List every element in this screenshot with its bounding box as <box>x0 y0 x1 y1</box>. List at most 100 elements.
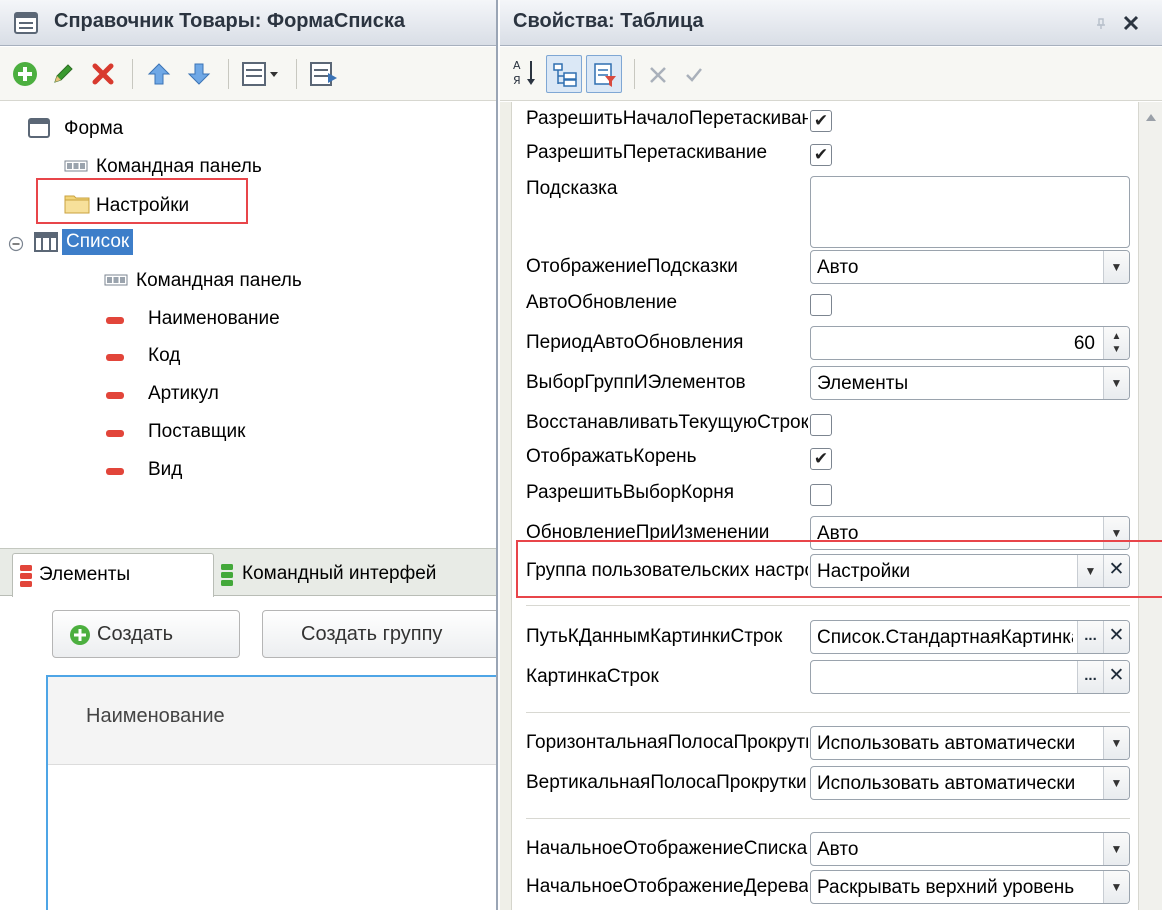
dropdown-arrow-icon[interactable]: ▼ <box>1103 367 1129 399</box>
prop-label-vertical-scrollbar: ВертикальнаяПолосаПрокрутки <box>526 772 807 793</box>
field-tooltip-display[interactable]: Авто ▼ <box>810 250 1130 284</box>
create-button[interactable]: Создать <box>52 610 240 658</box>
field-icon <box>106 468 124 475</box>
left-panel-title-bar: Справочник Товары: ФормаСписка <box>0 0 496 46</box>
dropdown-arrow-icon[interactable]: ▼ <box>1103 767 1129 799</box>
field-icon <box>106 392 124 399</box>
toolbar-separator <box>296 59 297 89</box>
apply-check-icon[interactable] <box>684 65 704 85</box>
edit-pencil-icon[interactable] <box>50 61 76 87</box>
choose-button-icon[interactable]: ... <box>1077 621 1103 653</box>
layout-menu-icon[interactable] <box>242 61 282 87</box>
field-icon <box>106 317 124 324</box>
tree-item-form[interactable]: Форма <box>64 118 123 140</box>
checkbox-allow-drag-start[interactable]: ✔ <box>810 110 832 132</box>
tree-item-field[interactable]: Поставщик <box>148 421 245 443</box>
close-icon[interactable] <box>1122 14 1140 32</box>
checkbox-auto-refresh[interactable] <box>810 294 832 316</box>
tree-item-list-command-bar[interactable]: Командная панель <box>136 270 302 292</box>
clear-field-icon[interactable]: ✕ <box>1103 621 1129 653</box>
tree-item-field[interactable]: Артикул <box>148 383 219 405</box>
tree-item-command-bar[interactable]: Командная панель <box>96 156 262 178</box>
left-toolbar <box>0 47 496 101</box>
sort-alphabetical-icon[interactable]: A Я <box>512 57 538 89</box>
tree-item-list-selected[interactable]: Список <box>62 229 134 255</box>
field-row-picture[interactable]: ... ✕ <box>810 660 1130 694</box>
tree-item-field[interactable]: Вид <box>148 459 182 481</box>
prop-label-auto-refresh: АвтоОбновление <box>526 292 678 313</box>
field-row-picture-data-path[interactable]: Список.СтандартнаяКартинка... ✕ <box>810 620 1130 654</box>
group-separator <box>526 712 1130 713</box>
field-group-and-item-choice[interactable]: Элементы ▼ <box>810 366 1130 400</box>
spin-icon[interactable]: ▲ ▼ <box>1103 327 1129 359</box>
create-group-button[interactable]: Создать группу <box>262 610 496 658</box>
prop-label-allow-root-choice: РазрешитьВыборКорня <box>526 482 735 503</box>
field-value-horizontal-scrollbar: Использовать автоматически <box>817 733 1076 754</box>
command-bar-icon <box>104 274 128 286</box>
prop-label-auto-refresh-period: ПериодАвтоОбновления <box>526 332 744 353</box>
prop-label-show-root: ОтображатьКорень <box>526 446 697 467</box>
checkbox-show-root[interactable]: ✔ <box>810 448 832 470</box>
choose-button-icon[interactable]: ... <box>1077 661 1103 693</box>
tree-item-field[interactable]: Наименование <box>148 308 280 330</box>
checkbox-restore-current[interactable] <box>810 414 832 436</box>
toolbar-separator <box>228 59 229 89</box>
prop-label-restore-current: ВосстанавливатьТекущуюСтроку <box>526 412 808 433</box>
categories-toggle-button[interactable] <box>546 55 582 93</box>
dropdown-arrow-icon[interactable]: ▼ <box>1103 727 1129 759</box>
field-initial-list-view[interactable]: Авто ▼ <box>810 832 1130 866</box>
tab-elements-label: Элементы <box>39 564 131 585</box>
vertical-scrollbar[interactable] <box>1138 102 1162 910</box>
field-initial-tree-view[interactable]: Раскрывать верхний уровень ▼ <box>810 870 1130 904</box>
field-tooltip[interactable] <box>810 176 1130 248</box>
form-window-icon <box>14 12 38 34</box>
svg-text:Я: Я <box>513 74 521 87</box>
dropdown-arrow-icon[interactable]: ▼ <box>1103 833 1129 865</box>
categories-icon <box>553 63 577 87</box>
column-header-name: Наименование <box>86 705 225 727</box>
prop-label-group-and-item-choice: ВыборГруппИЭлементов <box>526 372 746 393</box>
dropdown-arrow-icon[interactable]: ▼ <box>1103 251 1129 283</box>
dropdown-arrow-icon[interactable]: ▼ <box>1103 871 1129 903</box>
clear-value-icon[interactable] <box>648 65 668 85</box>
tree-item-field[interactable]: Код <box>148 345 180 367</box>
toolbar-separator <box>132 59 133 89</box>
properties-panel: Свойства: Таблица A Я РазрешитьНачалоПер… <box>500 0 1162 910</box>
prop-label-initial-list-view: НачальноеОтображениеСписка <box>526 838 808 859</box>
prop-label-allow-drag-start: РазрешитьНачалоПеретаскивания <box>526 108 808 129</box>
tab-command-interface[interactable]: Командный интерфей <box>218 553 436 597</box>
elements-tab-icon <box>20 565 32 587</box>
left-panel-title: Справочник Товары: ФормаСписка <box>54 10 405 32</box>
collapse-icon[interactable] <box>8 236 24 252</box>
add-icon[interactable] <box>12 61 38 87</box>
checkbox-allow-drag[interactable]: ✔ <box>810 144 832 166</box>
pin-icon[interactable] <box>1096 18 1106 30</box>
field-vertical-scrollbar[interactable]: Использовать автоматически ▼ <box>810 766 1130 800</box>
field-auto-refresh-period[interactable]: 60 ▲ ▼ <box>810 326 1130 360</box>
list-column-header[interactable]: Наименование <box>48 677 496 765</box>
tab-elements[interactable]: Элементы <box>12 553 214 597</box>
table-icon <box>34 232 58 252</box>
clear-field-icon[interactable]: ✕ <box>1103 661 1129 693</box>
delete-icon[interactable] <box>90 61 116 87</box>
checkbox-allow-root-choice[interactable] <box>810 484 832 506</box>
command-interface-tab-icon <box>221 564 233 586</box>
move-up-icon[interactable] <box>146 61 172 87</box>
user-settings-group-highlight-box <box>516 540 1162 598</box>
group-separator <box>526 818 1130 819</box>
filter-icon <box>594 63 616 87</box>
form-preview-icon[interactable] <box>310 61 338 87</box>
list-preview-table: Наименование <box>46 675 496 910</box>
filter-toggle-button[interactable] <box>586 55 622 93</box>
form-structure-panel: Справочник Товары: ФормаСписка Форма Ком… <box>0 0 498 910</box>
field-value-row-picture-data-path: Список.СтандартнаяКартинка <box>817 627 1073 648</box>
form-icon <box>28 118 50 138</box>
field-value-initial-list-view: Авто <box>817 839 859 860</box>
field-horizontal-scrollbar[interactable]: Использовать автоматически ▼ <box>810 726 1130 760</box>
property-gutter <box>500 102 512 910</box>
scroll-up-icon[interactable] <box>1145 112 1157 122</box>
move-down-icon[interactable] <box>186 61 212 87</box>
field-value-initial-tree-view: Раскрывать верхний уровень <box>817 877 1075 898</box>
svg-text:A: A <box>513 59 521 72</box>
settings-highlight-box <box>36 178 248 224</box>
